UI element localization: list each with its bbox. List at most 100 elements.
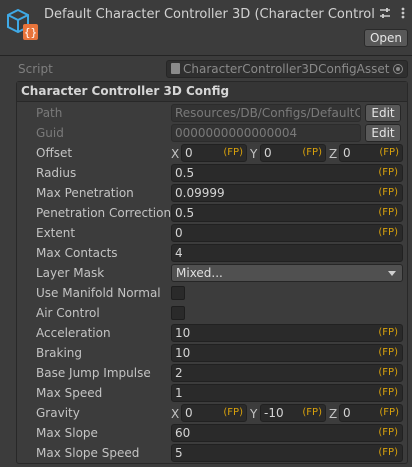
air-control-label: Air Control [36, 306, 100, 320]
max-penetration-label: Max Penetration [36, 186, 134, 200]
more-vertical-icon[interactable] [396, 6, 410, 20]
max-slope-label: Max Slope [36, 426, 98, 440]
offset-y-value: 0 [264, 146, 272, 160]
gravity-z-label: Z [329, 407, 338, 421]
layer-mask-row: Layer Mask Mixed... [17, 263, 407, 283]
max-slope-value: 60 [175, 426, 191, 440]
object-picker-icon[interactable] [393, 64, 403, 74]
offset-z-field[interactable]: 0 (FP) [339, 144, 403, 162]
gravity-x-value: 0 [185, 406, 193, 420]
gravity-row: Gravity X 0 (FP) Y -10 (FP) Z 0 (FP) [17, 403, 407, 423]
gravity-x-label: X [171, 407, 180, 421]
max-slope-speed-value: 5 [175, 446, 183, 460]
fp-tag: (FP) [378, 447, 398, 458]
penetration-correction-field[interactable]: 0.5 (FP) [171, 204, 403, 222]
fp-tag: (FP) [378, 187, 398, 198]
header-separator [0, 55, 412, 56]
penetration-correction-value: 0.5 [175, 206, 195, 220]
braking-value: 10 [175, 346, 191, 360]
radius-field[interactable]: 0.5 (FP) [171, 164, 403, 182]
gravity-y-label: Y [250, 407, 258, 421]
fp-tag: (FP) [378, 367, 398, 378]
acceleration-value: 10 [175, 326, 191, 340]
gravity-y-field[interactable]: -10 (FP) [260, 404, 326, 422]
max-speed-field[interactable]: 1 (FP) [171, 384, 403, 402]
radius-value: 0.5 [175, 166, 195, 180]
offset-y-field[interactable]: 0 (FP) [260, 144, 326, 162]
path-edit-button[interactable]: Edit [365, 104, 401, 122]
sliders-icon[interactable] [378, 6, 392, 20]
script-file-icon [171, 63, 180, 74]
radius-label: Radius [36, 166, 77, 180]
max-contacts-row: Max Contacts 4 [17, 243, 407, 263]
braking-field[interactable]: 10 (FP) [171, 344, 403, 362]
use-manifold-normal-checkbox[interactable] [171, 286, 185, 300]
offset-x-label: X [171, 147, 180, 161]
layer-mask-label: Layer Mask [36, 266, 105, 280]
max-slope-field[interactable]: 60 (FP) [171, 424, 403, 442]
path-field: Resources/DB/Configs/DefaultCharacterCon… [171, 104, 361, 122]
air-control-checkbox[interactable] [171, 306, 185, 320]
guid-edit-button[interactable]: Edit [365, 124, 401, 142]
max-speed-label: Max Speed [36, 386, 103, 400]
gravity-label: Gravity [36, 406, 80, 420]
inspector-title: Default Character Controller 3D (Charact… [44, 7, 374, 22]
extent-row: Extent 0 (FP) [17, 223, 407, 243]
gravity-x-field[interactable]: 0 (FP) [181, 404, 247, 422]
fp-tag: (FP) [378, 207, 398, 218]
fp-tag: (FP) [379, 147, 399, 158]
gravity-z-field[interactable]: 0 (FP) [339, 404, 403, 422]
fp-tag: (FP) [302, 147, 322, 158]
base-jump-impulse-label: Base Jump Impulse [36, 366, 151, 380]
path-row: Path Resources/DB/Configs/DefaultCharact… [17, 103, 407, 123]
svg-text:{}: {} [24, 26, 37, 39]
guid-row: Guid 0000000000000004 Edit [17, 123, 407, 143]
max-contacts-field[interactable]: 4 [171, 244, 403, 262]
offset-z-value: 0 [343, 146, 351, 160]
fp-tag: (FP) [378, 387, 398, 398]
use-manifold-normal-row: Use Manifold Normal [17, 283, 407, 303]
extent-label: Extent [36, 226, 76, 240]
offset-label: Offset [36, 146, 73, 160]
section-title[interactable]: Character Controller 3D Config [17, 82, 407, 102]
script-label: Script [18, 62, 53, 76]
max-penetration-field[interactable]: 0.09999 (FP) [171, 184, 403, 202]
braking-label: Braking [36, 346, 83, 360]
fp-tag: (FP) [379, 407, 399, 418]
guid-label: Guid [36, 126, 64, 140]
acceleration-label: Acceleration [36, 326, 111, 340]
max-slope-speed-label: Max Slope Speed [36, 446, 140, 460]
fp-tag: (FP) [378, 427, 398, 438]
layer-mask-dropdown[interactable]: Mixed... [171, 264, 403, 282]
fp-tag: (FP) [223, 407, 243, 418]
radius-row: Radius 0.5 (FP) [17, 163, 407, 183]
max-speed-value: 1 [175, 386, 183, 400]
gravity-z-value: 0 [343, 406, 351, 420]
open-button[interactable]: Open [364, 29, 408, 47]
layer-mask-value: Mixed... [176, 266, 223, 280]
offset-y-label: Y [250, 147, 258, 161]
extent-field[interactable]: 0 (FP) [171, 224, 403, 242]
fp-tag: (FP) [378, 227, 398, 238]
script-row: Script CharacterController3DConfigAsset [0, 59, 412, 79]
acceleration-field[interactable]: 10 (FP) [171, 324, 403, 342]
fp-tag: (FP) [223, 147, 243, 158]
fp-tag: (FP) [378, 327, 398, 338]
inspector-header: {} Default Character Controller 3D (Char… [0, 0, 412, 55]
script-object-field[interactable]: CharacterController3DConfigAsset [166, 60, 408, 78]
offset-z-label: Z [329, 147, 338, 161]
script-value: CharacterController3DConfigAsset [183, 62, 390, 76]
fp-tag: (FP) [378, 347, 398, 358]
air-control-row: Air Control [17, 303, 407, 323]
max-slope-speed-field[interactable]: 5 (FP) [171, 444, 403, 462]
use-manifold-normal-label: Use Manifold Normal [36, 286, 161, 300]
base-jump-impulse-field[interactable]: 2 (FP) [171, 364, 403, 382]
offset-x-field[interactable]: 0 (FP) [181, 144, 247, 162]
max-penetration-value: 0.09999 [175, 186, 225, 200]
path-label: Path [36, 106, 63, 120]
max-slope-row: Max Slope 60 (FP) [17, 423, 407, 443]
fp-tag: (FP) [302, 407, 322, 418]
guid-field: 0000000000000004 [171, 124, 361, 142]
acceleration-row: Acceleration 10 (FP) [17, 323, 407, 343]
braking-row: Braking 10 (FP) [17, 343, 407, 363]
